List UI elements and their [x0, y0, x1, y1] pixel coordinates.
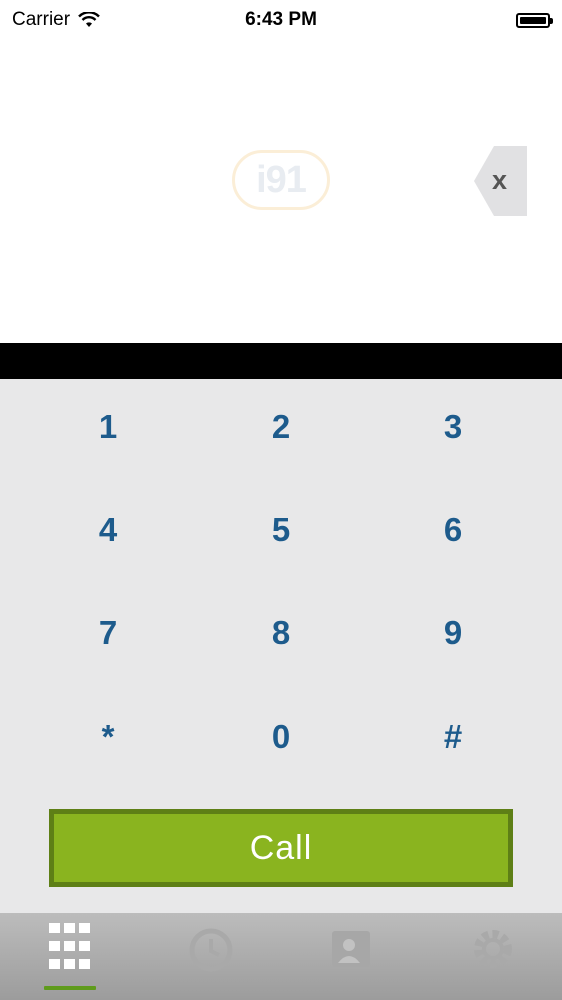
key-8[interactable]: 8: [211, 593, 351, 673]
status-left: Carrier: [12, 9, 100, 31]
wifi-icon: [78, 12, 100, 27]
delete-button[interactable]: x: [474, 146, 527, 216]
contacts-icon: [332, 931, 370, 967]
active-tab-indicator: [44, 986, 96, 990]
battery-icon: [516, 12, 553, 28]
divider-band: [0, 343, 562, 379]
key-hash[interactable]: #: [383, 697, 523, 777]
keypad-icon: [49, 923, 92, 973]
tab-contacts[interactable]: [281, 913, 421, 1000]
tab-recents[interactable]: [140, 913, 280, 1000]
key-2[interactable]: 2: [211, 387, 351, 467]
call-button[interactable]: Call: [49, 809, 513, 887]
key-6[interactable]: 6: [383, 490, 523, 570]
key-5[interactable]: 5: [211, 490, 351, 570]
keypad: 1 2 3 4 5 6 7 8 9 * 0 # Call: [0, 379, 562, 913]
number-display: i91 x: [0, 40, 562, 343]
key-7[interactable]: 7: [38, 593, 178, 673]
key-1[interactable]: 1: [38, 387, 178, 467]
tab-bar: [0, 913, 562, 1000]
key-star[interactable]: *: [38, 697, 178, 777]
carrier-label: Carrier: [12, 9, 71, 30]
key-0[interactable]: 0: [211, 697, 351, 777]
recents-clock-icon: [189, 928, 233, 972]
status-bar: Carrier 6:43 PM: [0, 0, 562, 40]
delete-label: x: [492, 165, 508, 195]
settings-gear-icon: [474, 930, 512, 968]
key-3[interactable]: 3: [383, 387, 523, 467]
tab-settings[interactable]: [421, 913, 561, 1000]
key-9[interactable]: 9: [383, 593, 523, 673]
app-logo: i91: [232, 150, 330, 210]
key-4[interactable]: 4: [38, 490, 178, 570]
tab-keypad[interactable]: [0, 913, 140, 1000]
